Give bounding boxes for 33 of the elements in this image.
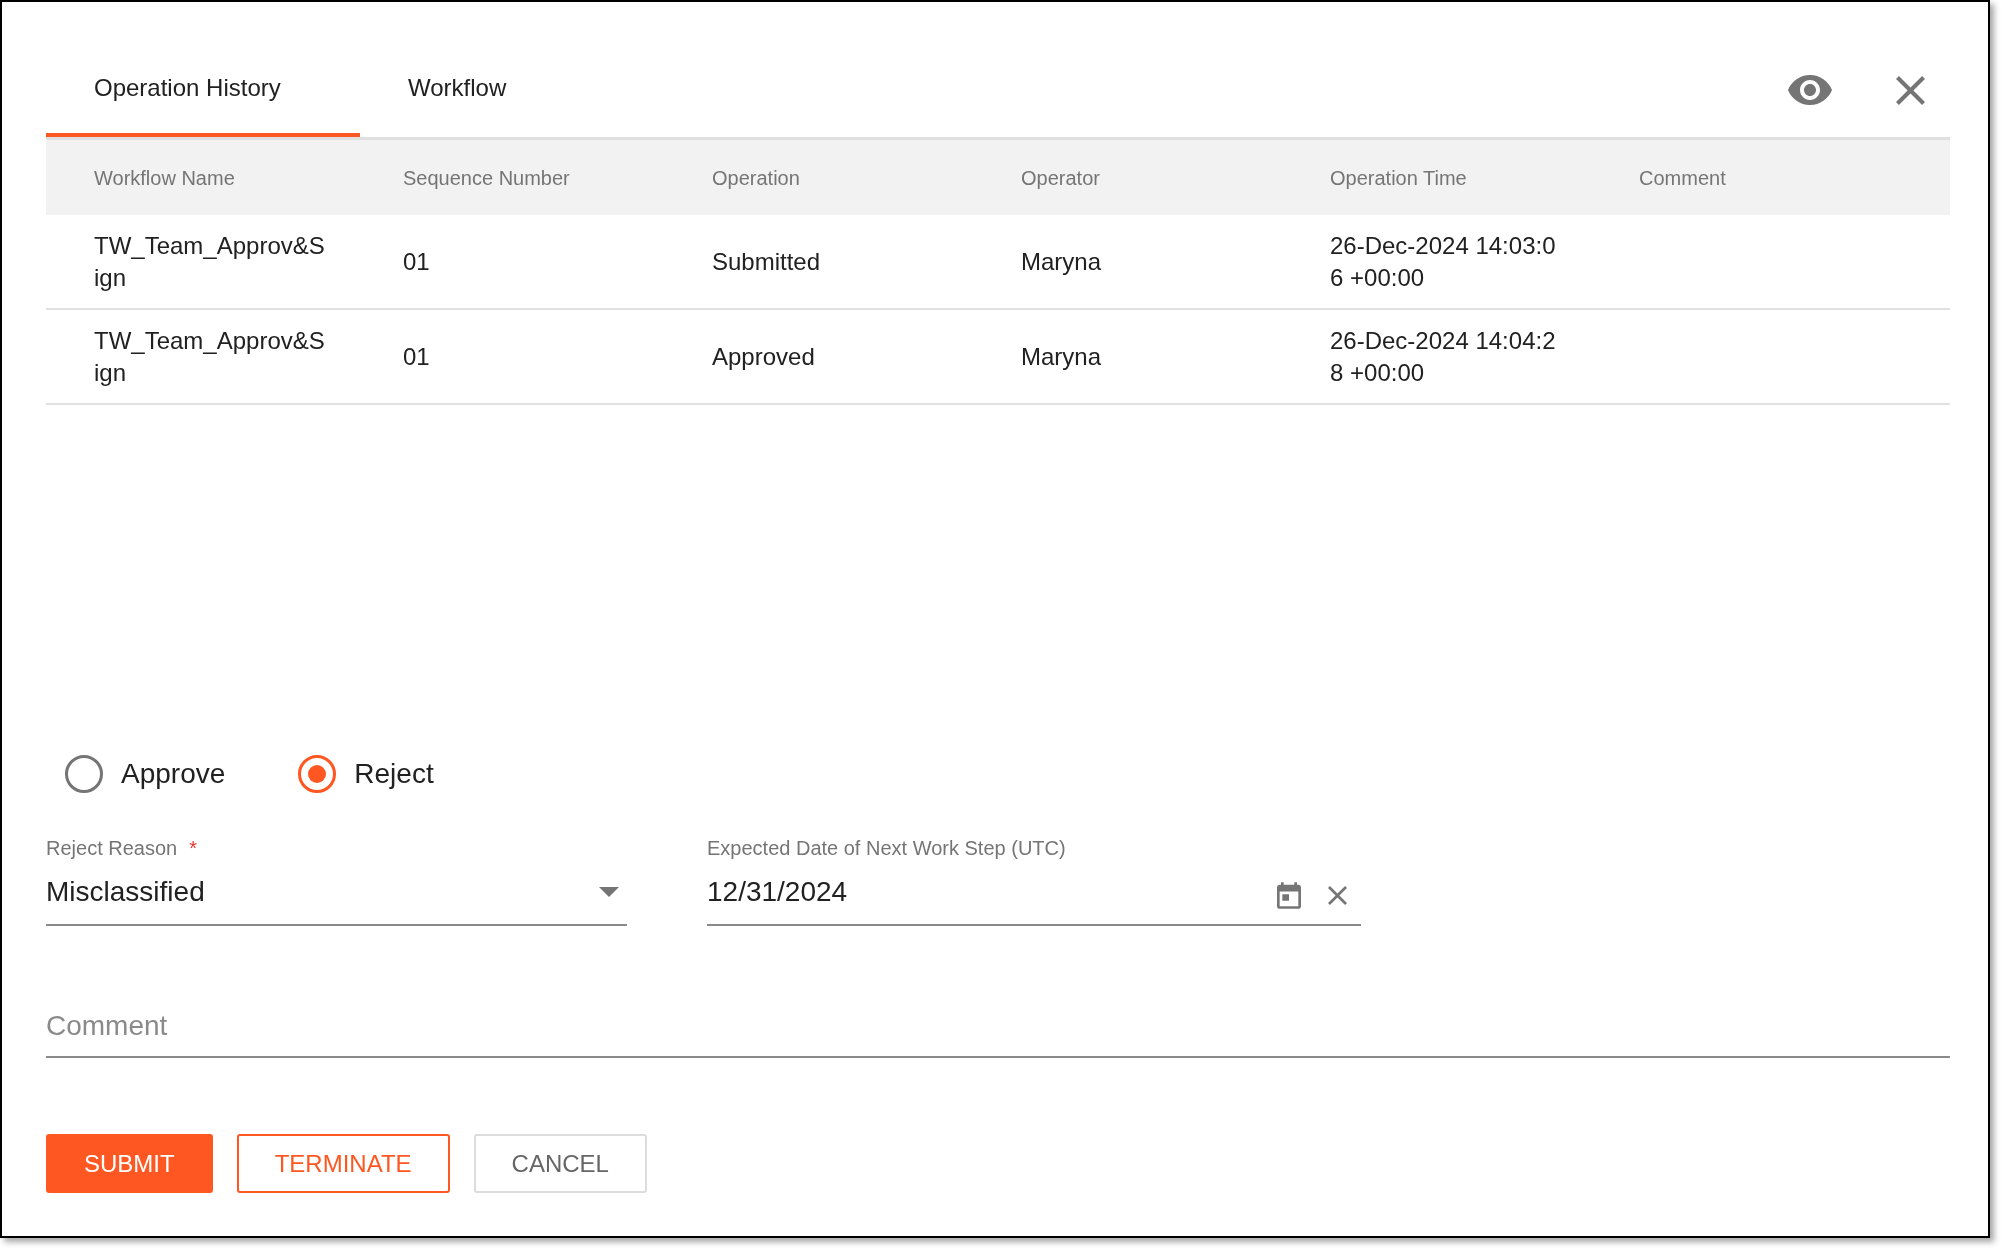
field-label: Reject Reason [46, 836, 178, 861]
table-cell-text: Approved [712, 341, 816, 372]
radio-label[interactable]: Approve [121, 753, 226, 795]
table-cell-text: 01 [403, 341, 431, 372]
radio-label[interactable]: Reject [354, 753, 434, 795]
column-header: Operation Time [1330, 166, 1467, 189]
column-header: Operator [1021, 166, 1100, 189]
select-field[interactable]: Misclassified [46, 860, 627, 926]
table-cell-text: TW_Team_Approv&Sign [94, 325, 326, 388]
table-cell-text: Maryna [1021, 341, 1103, 372]
date-field[interactable]: 12/31/2024 [707, 860, 1361, 926]
close-icon[interactable] [1896, 75, 1925, 105]
table-cell-text: 01 [403, 246, 431, 277]
radio-button[interactable] [65, 755, 103, 793]
tab[interactable]: Workflow [360, 43, 674, 137]
table-cell-text: 26-Dec-2024 14:03:06 +00:00 [1330, 230, 1557, 293]
column-header: Workflow Name [94, 166, 235, 189]
column-header: Comment [1639, 166, 1726, 189]
eye-icon[interactable] [1788, 75, 1832, 105]
required-mark: * [189, 836, 197, 861]
radio-button[interactable] [298, 755, 337, 793]
column-header: Sequence Number [403, 166, 570, 189]
action-button[interactable]: CANCEL [473, 1134, 647, 1193]
caret-icon [599, 887, 619, 897]
calendar-icon[interactable] [1277, 881, 1301, 909]
clear-icon[interactable] [1328, 885, 1347, 905]
table-cell-text: Submitted [712, 246, 822, 277]
table-cell-text: 26-Dec-2024 14:04:28 +00:00 [1330, 325, 1557, 388]
field-label: Expected Date of Next Work Step (UTC) [707, 836, 1066, 861]
comment-field[interactable]: Comment [46, 996, 1950, 1058]
table-cell-text: TW_Team_Approv&Sign [94, 230, 326, 293]
column-header: Operation [712, 166, 800, 189]
table-cell-text: Maryna [1021, 246, 1103, 277]
